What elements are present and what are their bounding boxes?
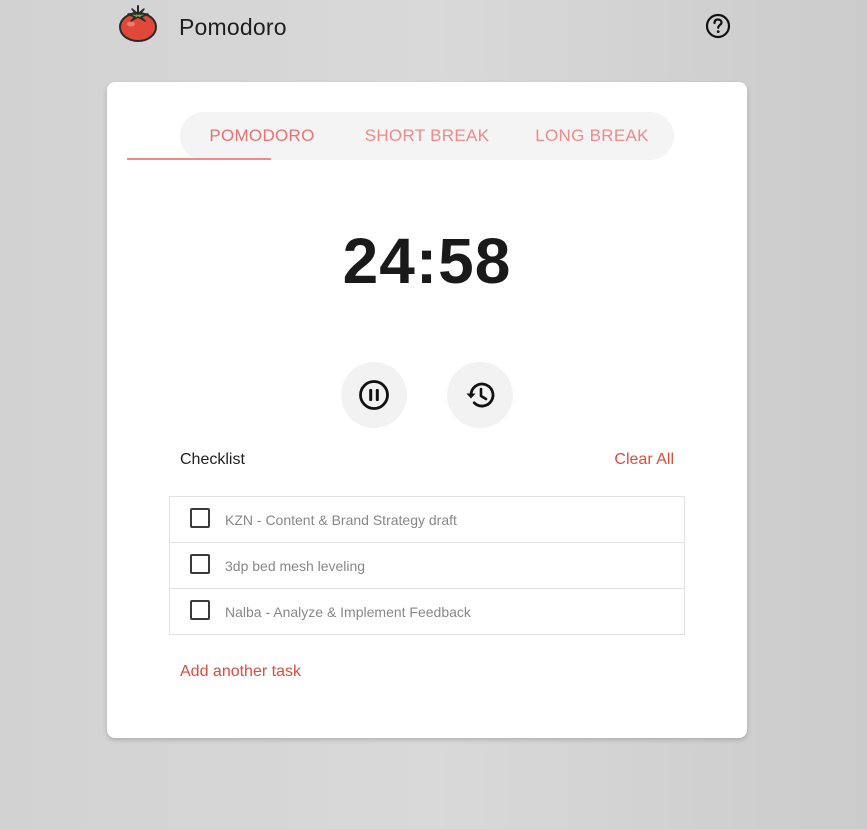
task-list: KZN - Content & Brand Strategy draft 3dp… [169,496,685,635]
task-checkbox[interactable] [190,554,210,574]
add-task-button[interactable]: Add another task [180,663,301,681]
task-item: KZN - Content & Brand Strategy draft [170,497,684,543]
history-icon [466,382,495,408]
pomodoro-card: POMODORO SHORT BREAK LONG BREAK 24:58 Ch… [107,82,747,738]
timer-display: 24:58 [342,225,512,297]
clear-all-button[interactable]: Clear All [614,451,674,469]
reset-button[interactable] [447,362,513,428]
mode-tabs: POMODORO SHORT BREAK LONG BREAK [180,112,674,160]
tab-long-break[interactable]: LONG BREAK [510,112,674,160]
tab-pomodoro[interactable]: POMODORO [180,112,344,160]
checklist-title: Checklist [180,451,245,468]
tomato-icon [117,3,159,43]
task-checkbox[interactable] [190,508,210,528]
task-checkbox[interactable] [190,600,210,620]
pause-button[interactable] [341,362,407,428]
active-tab-indicator [127,158,271,160]
task-label: KZN - Content & Brand Strategy draft [225,512,457,528]
tab-short-break[interactable]: SHORT BREAK [344,112,510,160]
app-header: Pomodoro [0,0,867,60]
task-item: 3dp bed mesh leveling [170,543,684,589]
pause-icon [359,380,389,410]
task-label: 3dp bed mesh leveling [225,558,366,574]
app-title: Pomodoro [179,14,287,40]
help-icon[interactable] [705,13,731,39]
task-label: Nalba - Analyze & Implement Feedback [225,604,471,620]
task-item: Nalba - Analyze & Implement Feedback [170,589,684,634]
